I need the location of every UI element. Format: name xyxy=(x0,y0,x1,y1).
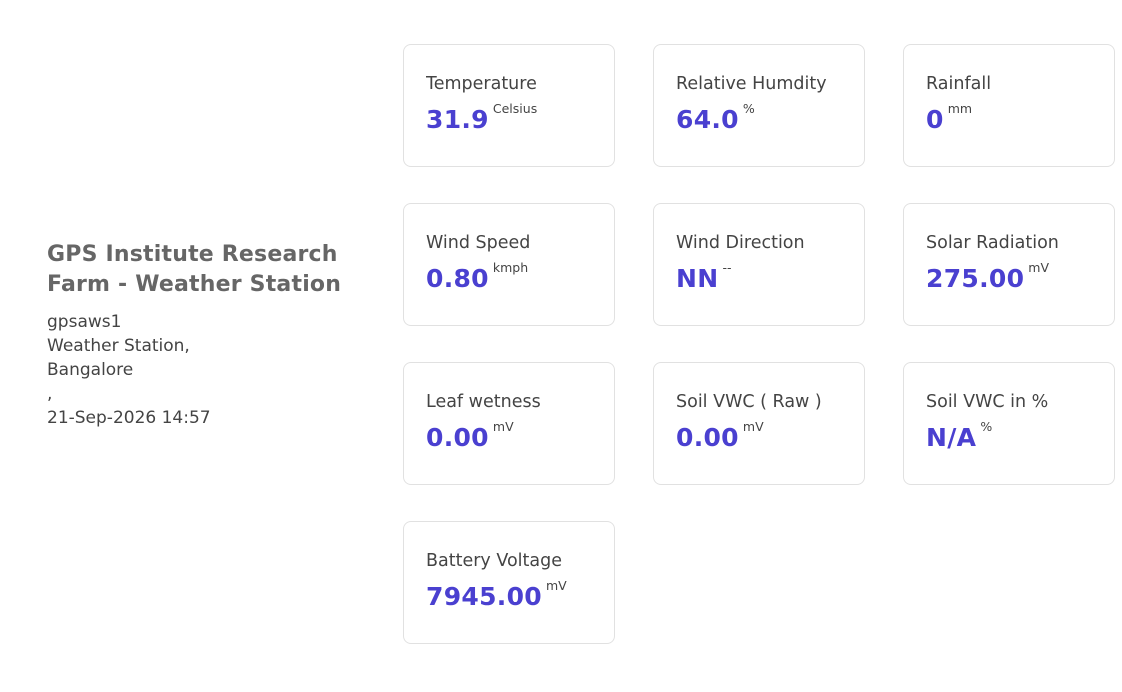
sensor-card-wind-direction: Wind Direction NN -- xyxy=(653,203,865,326)
sensor-value: 0.80 xyxy=(426,264,489,293)
sensor-unit: kmph xyxy=(492,260,529,275)
sensor-label: Temperature xyxy=(426,74,537,94)
sensor-unit: mV xyxy=(1028,260,1050,275)
sensor-label: Solar Radiation xyxy=(926,233,1059,253)
sensor-value: 0.00 xyxy=(676,423,739,452)
sensor-value: 64.0 xyxy=(676,105,739,134)
sensor-card-solar-radiation: Solar Radiation 275.00 mV xyxy=(903,203,1115,326)
sensor-label: Relative Humdity xyxy=(676,74,827,94)
sensor-label: Soil VWC ( Raw ) xyxy=(676,392,822,412)
sensor-unit: % xyxy=(742,101,755,116)
sensor-card-rainfall: Rainfall 0 mm xyxy=(903,44,1115,167)
sensor-label: Wind Speed xyxy=(426,233,531,253)
sensor-card-temperature: Temperature 31.9 Celsius xyxy=(403,44,615,167)
station-id: gpsaws1 xyxy=(47,312,122,332)
station-separator: , xyxy=(47,384,53,404)
sensor-unit: mV xyxy=(545,578,567,593)
sensor-card-soil-vwc-raw: Soil VWC ( Raw ) 0.00 mV xyxy=(653,362,865,485)
sensor-unit: mV xyxy=(742,419,764,434)
sensor-value: 31.9 xyxy=(426,105,489,134)
sensor-label: Wind Direction xyxy=(676,233,805,253)
sensor-value: NN xyxy=(676,264,719,293)
sensor-card-leaf-wetness: Leaf wetness 0.00 mV xyxy=(403,362,615,485)
sensor-unit: -- xyxy=(722,260,732,275)
station-timestamp: 21-Sep-2026 14:57 xyxy=(47,408,211,428)
sensor-value: 7945.00 xyxy=(426,582,542,611)
sensor-label: Soil VWC in % xyxy=(926,392,1049,412)
station-info: GPS Institute Research Farm - Weather St… xyxy=(47,240,367,430)
sensor-label: Battery Voltage xyxy=(426,551,562,571)
sensor-value: 275.00 xyxy=(926,264,1025,293)
sensor-value: 0.00 xyxy=(426,423,489,452)
sensor-label: Rainfall xyxy=(926,74,992,94)
sensor-card-battery-voltage: Battery Voltage 7945.00 mV xyxy=(403,521,615,644)
sensor-label: Leaf wetness xyxy=(426,392,541,412)
sensor-grid: Temperature 31.9 Celsius Relative Humdity… xyxy=(403,44,1115,644)
station-type: Weather Station, xyxy=(47,336,190,356)
sensor-unit: mm xyxy=(947,101,973,116)
sensor-unit: Celsius xyxy=(492,101,538,116)
sensor-value: N/A xyxy=(926,423,977,452)
station-city: Bangalore xyxy=(47,360,134,380)
sensor-unit: % xyxy=(980,419,993,434)
sensor-card-relative-humidity: Relative Humdity 64.0% xyxy=(653,44,865,167)
sensor-value: 0 xyxy=(926,105,944,134)
station-title: GPS Institute Research Farm - Weather St… xyxy=(47,242,342,297)
sensor-card-soil-vwc-percent: Soil VWC in % N/A% xyxy=(903,362,1115,485)
sensor-unit: mV xyxy=(492,419,514,434)
sensor-card-wind-speed: Wind Speed 0.80 kmph xyxy=(403,203,615,326)
